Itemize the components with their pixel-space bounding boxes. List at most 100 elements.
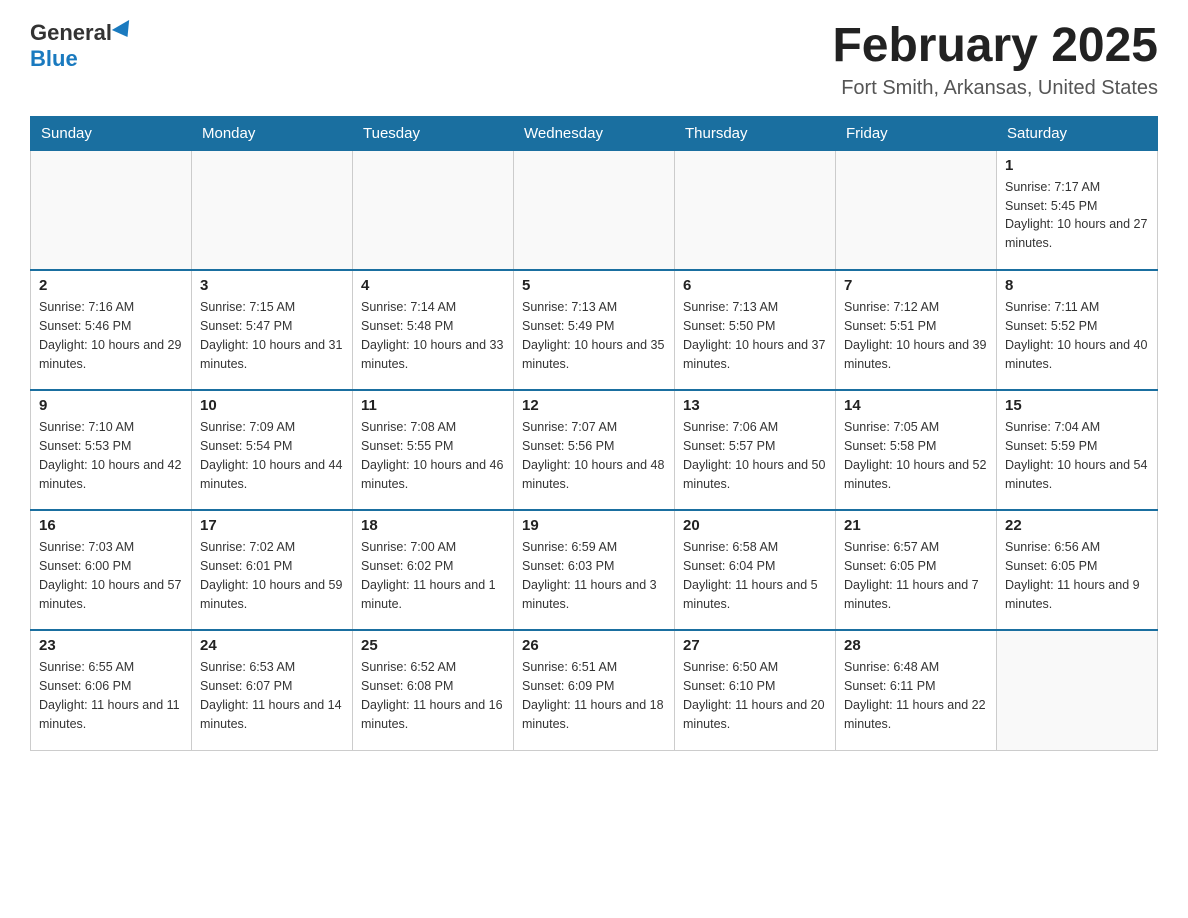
day-number: 6: [683, 277, 827, 294]
logo: General Blue: [30, 20, 134, 72]
day-number: 25: [361, 637, 505, 654]
day-header-friday: Friday: [836, 116, 997, 150]
day-info: Sunrise: 7:03 AM Sunset: 6:00 PM Dayligh…: [39, 538, 183, 613]
day-number: 15: [1005, 397, 1149, 414]
calendar-day-cell: 2Sunrise: 7:16 AM Sunset: 5:46 PM Daylig…: [31, 270, 192, 390]
logo-triangle-icon: [112, 20, 136, 42]
day-number: 27: [683, 637, 827, 654]
day-info: Sunrise: 7:13 AM Sunset: 5:49 PM Dayligh…: [522, 298, 666, 373]
day-number: 21: [844, 517, 988, 534]
subtitle: Fort Smith, Arkansas, United States: [832, 77, 1158, 100]
day-info: Sunrise: 7:15 AM Sunset: 5:47 PM Dayligh…: [200, 298, 344, 373]
calendar-day-cell: 22Sunrise: 6:56 AM Sunset: 6:05 PM Dayli…: [997, 510, 1158, 630]
calendar-day-cell: 4 Sunrise: 7:14 AM Sunset: 5:48 PM Daylig…: [353, 270, 514, 390]
day-info: Sunrise: 7:14 AM Sunset: 5:48 PM Dayligh…: [361, 298, 505, 373]
calendar-day-cell: [31, 150, 192, 270]
day-number: 9: [39, 397, 183, 414]
calendar-day-cell: 16 Sunrise: 7:03 AM Sunset: 6:00 PM Dayli…: [31, 510, 192, 630]
calendar-day-cell: [353, 150, 514, 270]
day-info: Sunrise: 7:16 AM Sunset: 5:46 PM Dayligh…: [39, 298, 183, 373]
day-info: Sunrise: 7:07 AM Sunset: 5:56 PM Dayligh…: [522, 418, 666, 493]
day-number: 18: [361, 517, 505, 534]
calendar-day-cell: 26Sunrise: 6:51 AM Sunset: 6:09 PM Dayli…: [514, 630, 675, 750]
calendar-day-cell: 25 Sunrise: 6:52 AM Sunset: 6:08 PM Dayli…: [353, 630, 514, 750]
day-number: 23: [39, 637, 183, 654]
day-header-tuesday: Tuesday: [353, 116, 514, 150]
day-info: Sunrise: 6:52 AM Sunset: 6:08 PM Dayligh…: [361, 658, 505, 733]
calendar-week-row: 1 Sunrise: 7:17 AM Sunset: 5:45 PM Daylig…: [31, 150, 1158, 270]
title-block: February 2025 Fort Smith, Arkansas, Unit…: [832, 20, 1158, 100]
day-info: Sunrise: 6:59 AM Sunset: 6:03 PM Dayligh…: [522, 538, 666, 613]
day-info: Sunrise: 7:11 AM Sunset: 5:52 PM Dayligh…: [1005, 298, 1149, 373]
calendar-day-cell: 11 Sunrise: 7:08 AM Sunset: 5:55 PM Dayli…: [353, 390, 514, 510]
day-info: Sunrise: 7:10 AM Sunset: 5:53 PM Dayligh…: [39, 418, 183, 493]
day-header-row: SundayMondayTuesdayWednesdayThursdayFrid…: [31, 116, 1158, 150]
calendar-day-cell: [836, 150, 997, 270]
day-number: 16: [39, 517, 183, 534]
main-title: February 2025: [832, 20, 1158, 73]
day-info: Sunrise: 6:57 AM Sunset: 6:05 PM Dayligh…: [844, 538, 988, 613]
calendar-day-cell: [675, 150, 836, 270]
calendar-week-row: 2Sunrise: 7:16 AM Sunset: 5:46 PM Daylig…: [31, 270, 1158, 390]
logo-blue-text: Blue: [30, 46, 78, 72]
calendar-week-row: 9 Sunrise: 7:10 AM Sunset: 5:53 PM Daylig…: [31, 390, 1158, 510]
calendar-day-cell: 24Sunrise: 6:53 AM Sunset: 6:07 PM Dayli…: [192, 630, 353, 750]
calendar-day-cell: 9 Sunrise: 7:10 AM Sunset: 5:53 PM Daylig…: [31, 390, 192, 510]
calendar-day-cell: 5 Sunrise: 7:13 AM Sunset: 5:49 PM Daylig…: [514, 270, 675, 390]
day-info: Sunrise: 7:09 AM Sunset: 5:54 PM Dayligh…: [200, 418, 344, 493]
day-header-wednesday: Wednesday: [514, 116, 675, 150]
day-number: 11: [361, 397, 505, 414]
calendar-day-cell: 19 Sunrise: 6:59 AM Sunset: 6:03 PM Dayli…: [514, 510, 675, 630]
day-info: Sunrise: 6:48 AM Sunset: 6:11 PM Dayligh…: [844, 658, 988, 733]
day-info: Sunrise: 7:05 AM Sunset: 5:58 PM Dayligh…: [844, 418, 988, 493]
calendar-day-cell: 15 Sunrise: 7:04 AM Sunset: 5:59 PM Dayli…: [997, 390, 1158, 510]
day-number: 7: [844, 277, 988, 294]
calendar-day-cell: 21 Sunrise: 6:57 AM Sunset: 6:05 PM Dayli…: [836, 510, 997, 630]
day-number: 26: [522, 637, 666, 654]
day-number: 13: [683, 397, 827, 414]
day-info: Sunrise: 6:58 AM Sunset: 6:04 PM Dayligh…: [683, 538, 827, 613]
calendar-day-cell: [192, 150, 353, 270]
day-number: 14: [844, 397, 988, 414]
logo-general-text: General: [30, 20, 112, 46]
calendar-day-cell: 8Sunrise: 7:11 AM Sunset: 5:52 PM Daylig…: [997, 270, 1158, 390]
calendar-day-cell: 3Sunrise: 7:15 AM Sunset: 5:47 PM Daylig…: [192, 270, 353, 390]
day-info: Sunrise: 7:08 AM Sunset: 5:55 PM Dayligh…: [361, 418, 505, 493]
day-info: Sunrise: 6:55 AM Sunset: 6:06 PM Dayligh…: [39, 658, 183, 733]
day-info: Sunrise: 6:53 AM Sunset: 6:07 PM Dayligh…: [200, 658, 344, 733]
day-number: 1: [1005, 157, 1149, 174]
calendar-day-cell: 7 Sunrise: 7:12 AM Sunset: 5:51 PM Daylig…: [836, 270, 997, 390]
day-info: Sunrise: 7:00 AM Sunset: 6:02 PM Dayligh…: [361, 538, 505, 613]
calendar-table: SundayMondayTuesdayWednesdayThursdayFrid…: [30, 116, 1158, 751]
day-info: Sunrise: 7:02 AM Sunset: 6:01 PM Dayligh…: [200, 538, 344, 613]
day-number: 12: [522, 397, 666, 414]
day-info: Sunrise: 7:04 AM Sunset: 5:59 PM Dayligh…: [1005, 418, 1149, 493]
calendar-body: 1 Sunrise: 7:17 AM Sunset: 5:45 PM Daylig…: [31, 150, 1158, 750]
day-info: Sunrise: 6:50 AM Sunset: 6:10 PM Dayligh…: [683, 658, 827, 733]
calendar-day-cell: [997, 630, 1158, 750]
calendar-header: SundayMondayTuesdayWednesdayThursdayFrid…: [31, 116, 1158, 150]
day-number: 19: [522, 517, 666, 534]
calendar-day-cell: 1 Sunrise: 7:17 AM Sunset: 5:45 PM Daylig…: [997, 150, 1158, 270]
day-info: Sunrise: 7:12 AM Sunset: 5:51 PM Dayligh…: [844, 298, 988, 373]
day-number: 5: [522, 277, 666, 294]
calendar-day-cell: 23 Sunrise: 6:55 AM Sunset: 6:06 PM Dayli…: [31, 630, 192, 750]
day-header-sunday: Sunday: [31, 116, 192, 150]
page-header: General Blue February 2025 Fort Smith, A…: [30, 20, 1158, 100]
day-number: 22: [1005, 517, 1149, 534]
calendar-week-row: 23 Sunrise: 6:55 AM Sunset: 6:06 PM Dayli…: [31, 630, 1158, 750]
day-info: Sunrise: 7:17 AM Sunset: 5:45 PM Dayligh…: [1005, 178, 1149, 253]
day-number: 28: [844, 637, 988, 654]
calendar-day-cell: 13 Sunrise: 7:06 AM Sunset: 5:57 PM Dayli…: [675, 390, 836, 510]
day-info: Sunrise: 7:06 AM Sunset: 5:57 PM Dayligh…: [683, 418, 827, 493]
day-header-monday: Monday: [192, 116, 353, 150]
day-number: 10: [200, 397, 344, 414]
calendar-day-cell: 17 Sunrise: 7:02 AM Sunset: 6:01 PM Dayli…: [192, 510, 353, 630]
day-number: 20: [683, 517, 827, 534]
day-header-saturday: Saturday: [997, 116, 1158, 150]
calendar-day-cell: 14 Sunrise: 7:05 AM Sunset: 5:58 PM Dayli…: [836, 390, 997, 510]
day-number: 17: [200, 517, 344, 534]
calendar-day-cell: 28 Sunrise: 6:48 AM Sunset: 6:11 PM Dayli…: [836, 630, 997, 750]
day-number: 4: [361, 277, 505, 294]
calendar-day-cell: 10 Sunrise: 7:09 AM Sunset: 5:54 PM Dayli…: [192, 390, 353, 510]
